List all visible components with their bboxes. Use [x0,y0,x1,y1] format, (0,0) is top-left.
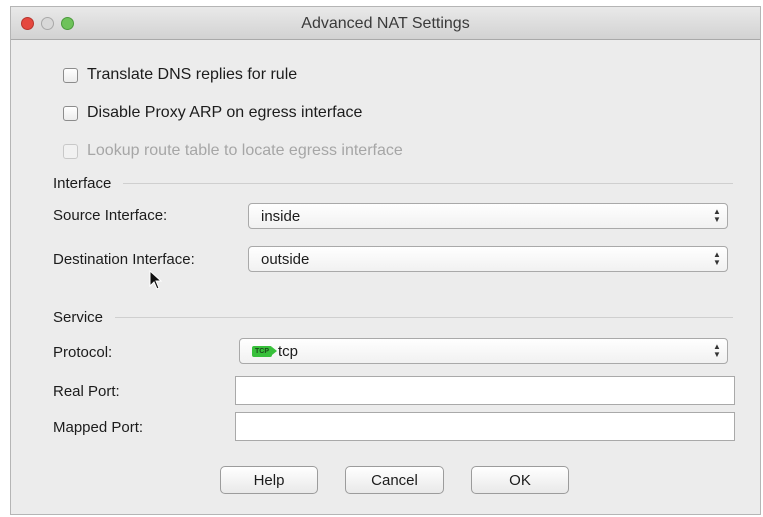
tcp-protocol-icon: TCP [252,345,277,357]
translate-dns-checkbox[interactable] [63,67,78,83]
lookup-route-table-checkbox [63,143,78,159]
protocol-select[interactable]: TCP tcp ▲ ▼ [239,338,728,364]
lookup-route-table-label: Lookup route table to locate egress inte… [87,142,403,159]
lookup-route-table-option: Lookup route table to locate egress inte… [63,140,403,162]
updown-arrows-icon: ▲ ▼ [713,250,721,267]
disable-proxy-arp-checkbox[interactable] [63,105,78,121]
mapped-port-input[interactable] [235,412,735,441]
disable-proxy-arp-option[interactable]: Disable Proxy ARP on egress interface [63,102,362,124]
disable-proxy-arp-label: Disable Proxy ARP on egress interface [87,104,363,121]
protocol-label: Protocol: [53,344,113,361]
help-button[interactable]: Help [220,466,318,494]
ok-button[interactable]: OK [471,466,569,494]
real-port-input[interactable] [235,376,735,405]
cancel-button[interactable]: Cancel [345,466,444,494]
service-section-header: Service [53,307,733,327]
destination-interface-label: Destination Interface: [53,251,195,268]
advanced-nat-settings-dialog: Advanced NAT Settings Translate DNS repl… [10,6,761,515]
section-divider [115,316,733,318]
real-port-label: Real Port: [53,383,120,400]
source-interface-label: Source Interface: [53,207,168,224]
protocol-value: tcp [278,342,299,360]
translate-dns-label: Translate DNS replies for rule [87,66,298,83]
updown-arrows-icon: ▲ ▼ [713,342,721,359]
updown-arrows-icon: ▲ ▼ [713,207,721,224]
destination-interface-value: outside [261,250,310,268]
section-divider [123,182,733,184]
mapped-port-label: Mapped Port: [53,419,144,436]
interface-section-title: Interface [53,174,112,192]
service-section-title: Service [53,308,104,326]
mouse-pointer-icon [149,270,163,290]
window-title: Advanced NAT Settings [301,15,470,32]
title-bar[interactable]: Advanced NAT Settings [11,7,760,40]
interface-section-header: Interface [53,173,733,193]
translate-dns-replies-option[interactable]: Translate DNS replies for rule [63,64,297,86]
destination-interface-select[interactable]: outside ▲ ▼ [248,246,728,272]
source-interface-value: inside [261,207,301,225]
source-interface-select[interactable]: inside ▲ ▼ [248,203,728,229]
